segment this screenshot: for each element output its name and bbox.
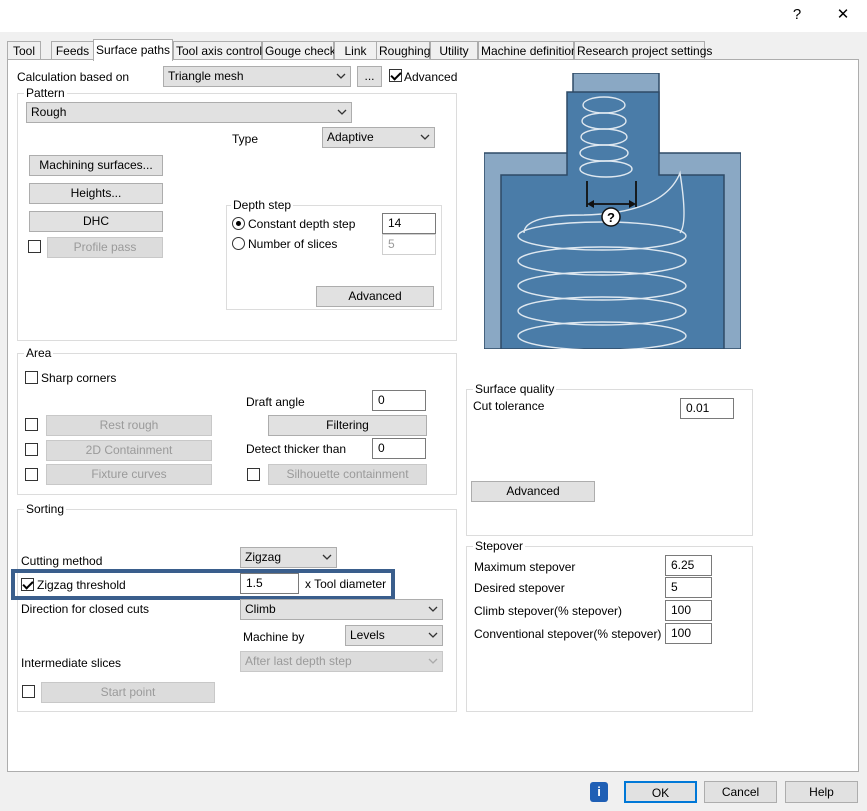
type-label: Type — [232, 132, 259, 146]
chevron-down-icon — [336, 73, 346, 79]
sorting-group-label: Sorting — [24, 502, 67, 516]
ok-button[interactable]: OK — [624, 781, 697, 803]
zigzag-threshold-field[interactable]: 1.5 — [240, 573, 299, 594]
pattern-select[interactable]: Rough — [26, 102, 352, 123]
fixture-curves-button[interactable]: Fixture curves — [46, 464, 212, 485]
number-of-slices-field[interactable]: 5 — [382, 234, 436, 255]
tab-utility[interactable]: Utility — [430, 41, 478, 61]
zigzag-threshold-checkbox[interactable] — [21, 578, 34, 591]
cut-tolerance-label: Cut tolerance — [473, 399, 545, 413]
calc-value: Triangle mesh — [168, 69, 244, 83]
constant-depth-radio[interactable] — [232, 217, 245, 230]
tab-link[interactable]: Link — [334, 41, 377, 61]
chevron-down-icon — [337, 109, 347, 115]
calc-advanced-checkbox[interactable] — [389, 69, 402, 82]
calc-advanced-label: Advanced — [404, 70, 458, 84]
depth-step-label: Depth step — [231, 198, 294, 212]
illustration-marker: ? — [607, 210, 615, 225]
heights-button[interactable]: Heights... — [29, 183, 163, 204]
start-point-checkbox[interactable] — [22, 685, 35, 698]
chevron-down-icon — [420, 134, 430, 140]
title-bar: ? ✕ — [0, 0, 867, 32]
dhc-button[interactable]: DHC — [29, 211, 163, 232]
tab-surface-paths[interactable]: Surface paths — [93, 39, 173, 61]
help-title-button[interactable]: ? — [774, 2, 820, 28]
pattern-group-label: Pattern — [24, 86, 67, 100]
adaptive-pattern-illustration: ? — [484, 73, 741, 349]
climb-stepover-label: Climb stepover(% stepover) — [474, 604, 623, 618]
direction-value: Climb — [245, 602, 276, 616]
direction-closed-cuts-select[interactable]: Climb — [240, 599, 443, 620]
tool-diameter-unit: x Tool diameter — [305, 577, 387, 591]
tab-tool[interactable]: Tool — [7, 41, 41, 61]
tab-machine-definition[interactable]: Machine definition — [478, 41, 578, 61]
close-icon[interactable]: ✕ — [820, 2, 866, 28]
intermediate-slices-label: Intermediate slices — [21, 656, 122, 670]
2d-containment-button[interactable]: 2D Containment — [46, 440, 212, 461]
intermediate-slices-select[interactable]: After last depth step — [240, 651, 443, 672]
max-stepover-label: Maximum stepover — [474, 560, 576, 574]
profile-pass-checkbox[interactable] — [28, 240, 41, 253]
chevron-down-icon — [428, 632, 438, 638]
rest-rough-checkbox[interactable] — [25, 418, 38, 431]
calc-browse-button[interactable]: ... — [357, 66, 382, 87]
direction-closed-cuts-label: Direction for closed cuts — [21, 602, 150, 616]
machine-by-select[interactable]: Levels — [345, 625, 443, 646]
machining-surfaces-button[interactable]: Machining surfaces... — [29, 155, 163, 176]
tab-feeds[interactable]: Feeds — [51, 41, 94, 61]
pattern-value: Rough — [31, 105, 67, 119]
chevron-down-icon — [428, 606, 438, 612]
tab-research-project-settings[interactable]: Research project settings — [574, 41, 712, 61]
cancel-button[interactable]: Cancel — [704, 781, 777, 803]
machine-by-label: Machine by — [243, 630, 305, 644]
constant-depth-label: Constant depth step — [248, 217, 356, 231]
intermediate-value: After last depth step — [245, 654, 352, 668]
area-group-label: Area — [24, 346, 54, 360]
tab-roughing[interactable]: Roughing — [376, 41, 430, 61]
machine-by-value: Levels — [350, 628, 385, 642]
filtering-button[interactable]: Filtering — [268, 415, 427, 436]
stepover-group-label: Stepover — [473, 539, 526, 553]
max-stepover-field[interactable]: 6.25 — [665, 555, 712, 576]
zigzag-threshold-label: Zigzag threshold — [37, 578, 126, 592]
type-select[interactable]: Adaptive — [322, 127, 435, 148]
draft-angle-field[interactable]: 0 — [372, 390, 426, 411]
desired-stepover-field[interactable]: 5 — [665, 577, 712, 598]
sharp-corners-checkbox[interactable] — [25, 371, 38, 384]
desired-stepover-label: Desired stepover — [474, 581, 565, 595]
start-point-button[interactable]: Start point — [41, 682, 215, 703]
sharp-corners-label: Sharp corners — [41, 371, 117, 385]
cut-tolerance-field[interactable]: 0.01 — [680, 398, 734, 419]
tab-gouge-check[interactable]: Gouge check — [262, 41, 336, 61]
detect-thicker-field[interactable]: 0 — [372, 438, 426, 459]
detect-thicker-label: Detect thicker than — [246, 442, 347, 456]
2d-containment-checkbox[interactable] — [25, 443, 38, 456]
info-icon[interactable]: i — [590, 782, 608, 802]
chevron-down-icon — [428, 658, 438, 664]
type-value: Adaptive — [327, 130, 374, 144]
silhouette-checkbox[interactable] — [247, 468, 260, 481]
fixture-curves-checkbox[interactable] — [25, 468, 38, 481]
rest-rough-button[interactable]: Rest rough — [46, 415, 212, 436]
silhouette-containment-button[interactable]: Silhouette containment — [268, 464, 427, 485]
cutting-method-label: Cutting method — [21, 554, 103, 568]
chevron-down-icon — [322, 554, 332, 560]
help-button[interactable]: Help — [785, 781, 858, 803]
conventional-stepover-label: Conventional stepover(% stepover) — [474, 627, 662, 641]
conventional-stepover-field[interactable]: 100 — [665, 623, 712, 644]
cutting-method-select[interactable]: Zigzag — [240, 547, 337, 568]
calc-based-on-select[interactable]: Triangle mesh — [163, 66, 351, 87]
calc-label: Calculation based on — [17, 70, 130, 84]
cutting-method-value: Zigzag — [245, 550, 282, 564]
draft-angle-label: Draft angle — [246, 395, 305, 409]
number-of-slices-radio[interactable] — [232, 237, 245, 250]
surface-quality-label: Surface quality — [473, 382, 557, 396]
profile-pass-button[interactable]: Profile pass — [47, 237, 163, 258]
climb-stepover-field[interactable]: 100 — [665, 600, 712, 621]
constant-depth-field[interactable]: 14 — [382, 213, 436, 234]
tab-tool-axis-control[interactable]: Tool axis control — [173, 41, 262, 61]
number-of-slices-label: Number of slices — [248, 237, 338, 251]
depth-advanced-button[interactable]: Advanced — [316, 286, 434, 307]
surface-quality-advanced-button[interactable]: Advanced — [471, 481, 595, 502]
